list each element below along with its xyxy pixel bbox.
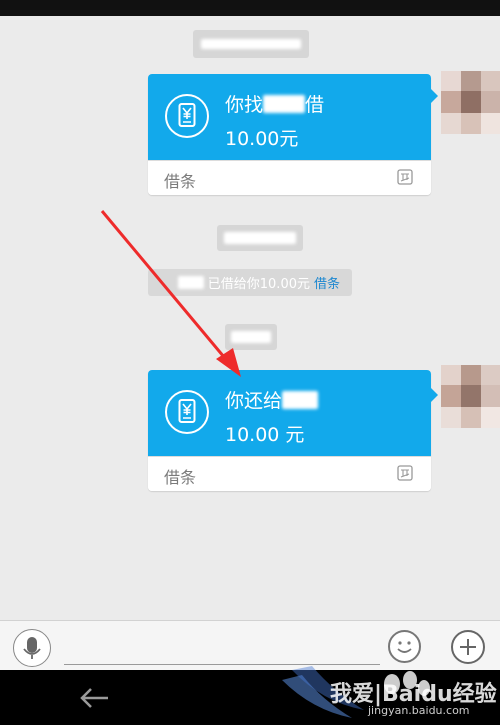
plus-icon[interactable] (451, 630, 485, 664)
smiley-icon[interactable] (388, 630, 421, 663)
microphone-icon[interactable] (13, 629, 51, 667)
system-nav-bar (0, 670, 500, 725)
annotation-arrow (100, 210, 241, 377)
back-arrow-icon[interactable] (76, 684, 112, 712)
message-input[interactable] (64, 664, 380, 665)
input-bar (0, 620, 500, 670)
